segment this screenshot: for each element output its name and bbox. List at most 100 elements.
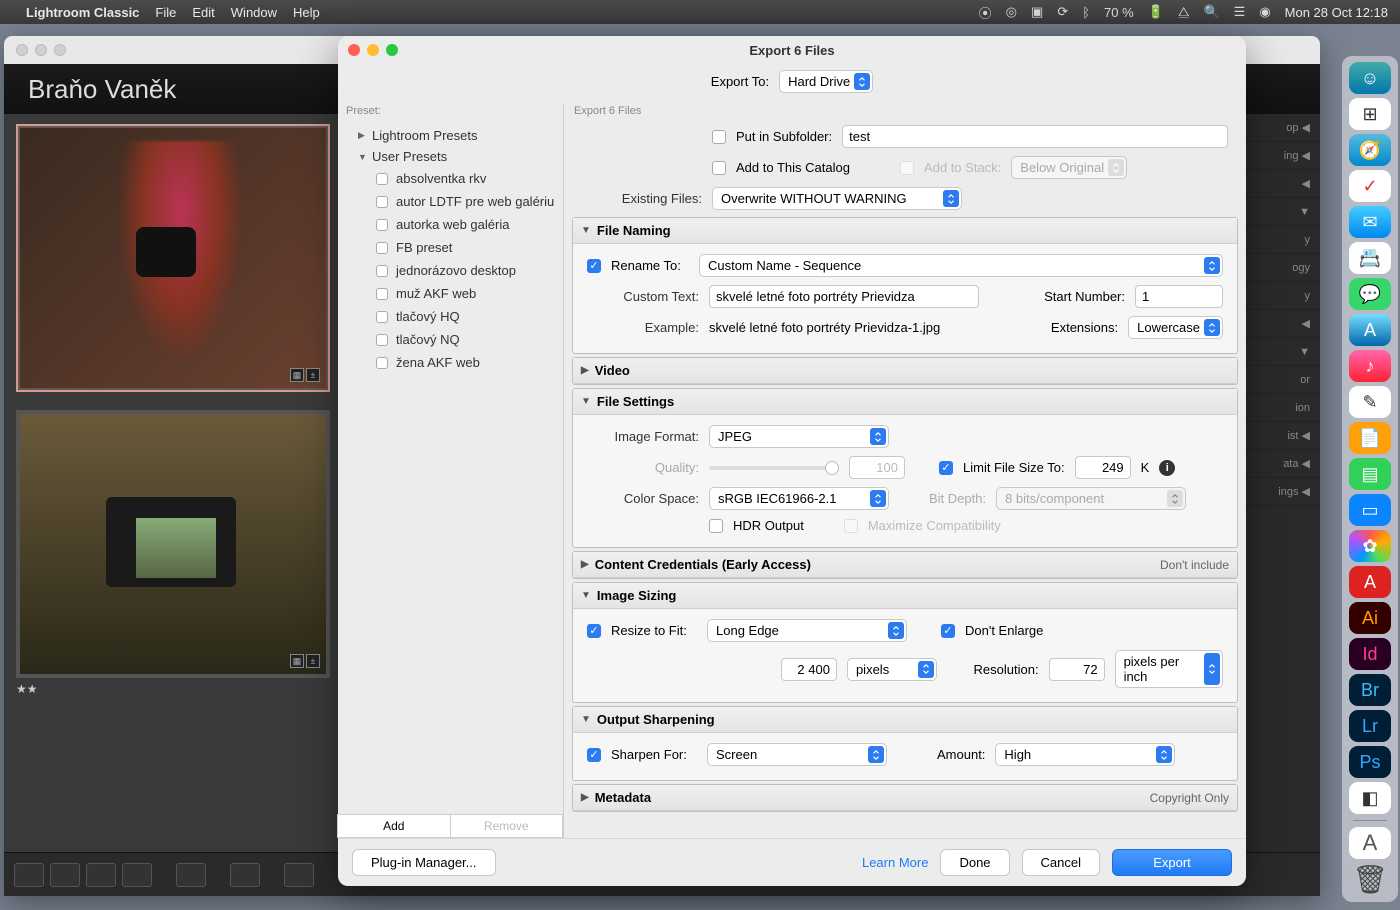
rename-checkbox[interactable]: ✓ — [587, 259, 601, 273]
menu-edit[interactable]: Edit — [192, 5, 214, 20]
lr-traffic-min[interactable] — [35, 44, 47, 56]
dock-trash-icon[interactable]: 🗑 — [1349, 863, 1391, 896]
info-icon[interactable]: i — [1159, 460, 1175, 476]
dock-indesign-icon[interactable]: Id — [1349, 638, 1391, 670]
export-button[interactable]: Export — [1112, 849, 1232, 876]
panel-row[interactable]: or — [1242, 366, 1320, 394]
dock-contacts-icon[interactable]: 📇 — [1349, 242, 1391, 274]
section-header[interactable]: ▼Output Sharpening — [573, 707, 1237, 733]
dimension-input[interactable] — [781, 658, 837, 681]
add-catalog-checkbox[interactable] — [712, 161, 726, 175]
cancel-button[interactable]: Cancel — [1022, 849, 1100, 876]
panel-row[interactable]: ◀ — [1242, 170, 1320, 198]
panel-row[interactable]: ▼ — [1242, 198, 1320, 226]
panel-row[interactable]: ogy — [1242, 254, 1320, 282]
panel-row[interactable]: ▼ — [1242, 338, 1320, 366]
panel-row[interactable]: ist ◀ — [1242, 422, 1320, 450]
dock-mail-icon[interactable]: ✉ — [1349, 206, 1391, 238]
toolbar-loupe-icon[interactable] — [50, 863, 80, 887]
badge-icon[interactable]: ± — [306, 368, 320, 382]
dock-finder-icon[interactable]: ☺ — [1349, 62, 1391, 94]
dock-messages-icon[interactable]: 💬 — [1349, 278, 1391, 310]
checkbox[interactable] — [376, 242, 388, 254]
dimension-unit-select[interactable]: pixels — [847, 658, 937, 681]
battery-label[interactable]: 70 % — [1104, 5, 1134, 20]
checkbox[interactable] — [376, 357, 388, 369]
grid-view[interactable]: ▦± ▦± ★★ — [4, 114, 342, 852]
add-preset-button[interactable]: Add — [337, 814, 451, 838]
app-name[interactable]: Lightroom Classic — [26, 5, 139, 20]
dock-lrc-icon[interactable]: Lr — [1349, 710, 1391, 742]
extensions-select[interactable]: Lowercase — [1128, 316, 1223, 339]
preset-item[interactable]: autorka web galéria — [338, 213, 563, 236]
plugin-manager-button[interactable]: Plug-in Manager... — [352, 849, 496, 876]
checkbox[interactable] — [376, 265, 388, 277]
dock-music-icon[interactable]: ♪ — [1349, 350, 1391, 382]
display-icon[interactable]: ▣ — [1031, 4, 1043, 20]
rating-stars[interactable]: ★★ — [16, 682, 330, 696]
start-number-input[interactable] — [1135, 285, 1223, 308]
checkbox[interactable] — [376, 196, 388, 208]
section-header[interactable]: ▶Content Credentials (Early Access)Don't… — [573, 552, 1237, 578]
dock-photoshop-icon[interactable]: Ps — [1349, 746, 1391, 778]
subfolder-checkbox[interactable] — [712, 130, 726, 144]
preset-item[interactable]: FB preset — [338, 236, 563, 259]
colorspace-select[interactable]: sRGB IEC61966-2.1 — [709, 487, 889, 510]
dock-illustrator-icon[interactable]: Ai — [1349, 602, 1391, 634]
dont-enlarge-checkbox[interactable]: ✓ — [941, 624, 955, 638]
dock-bridge-icon[interactable]: Br — [1349, 674, 1391, 706]
toolbar-people-icon[interactable] — [176, 863, 206, 887]
dock-photos-icon[interactable]: ✿ — [1349, 530, 1391, 562]
dock-font-icon[interactable]: A — [1349, 827, 1391, 859]
preset-list[interactable]: ▶Lightroom Presets ▼User Presets absolve… — [338, 121, 563, 814]
limit-filesize-input[interactable] — [1075, 456, 1131, 479]
export-to-select[interactable]: Hard Drive — [779, 70, 873, 93]
rename-template-select[interactable]: Custom Name - Sequence — [699, 254, 1223, 277]
sync-icon[interactable]: ◎ — [1006, 4, 1017, 20]
sharpen-for-select[interactable]: Screen — [707, 743, 887, 766]
dock-keynote-icon[interactable]: ▭ — [1349, 494, 1391, 526]
menu-help[interactable]: Help — [293, 5, 320, 20]
learn-more-link[interactable]: Learn More — [862, 855, 928, 870]
bluetooth-icon[interactable]: ᛒ — [1082, 5, 1090, 20]
menubar-clock[interactable]: Mon 28 Oct 12:18 — [1285, 5, 1388, 20]
checkbox[interactable] — [376, 219, 388, 231]
preset-item[interactable]: tlačový HQ — [338, 305, 563, 328]
dock-appstore-icon[interactable]: A — [1349, 314, 1391, 346]
spotlight-icon[interactable]: 🔍 — [1203, 4, 1219, 20]
checkbox[interactable] — [376, 311, 388, 323]
preset-item[interactable]: žena AKF web — [338, 351, 563, 374]
panel-row[interactable]: ion — [1242, 394, 1320, 422]
sharpen-amount-select[interactable]: High — [995, 743, 1175, 766]
timemachine-icon[interactable]: ⟳ — [1057, 4, 1068, 20]
badge-icon[interactable]: ▦ — [290, 654, 304, 668]
limit-filesize-checkbox[interactable]: ✓ — [939, 461, 953, 475]
section-header[interactable]: ▼File Naming — [573, 218, 1237, 244]
panel-row[interactable]: y — [1242, 282, 1320, 310]
panel-row[interactable]: ings ◀ — [1242, 478, 1320, 506]
dock-todo-icon[interactable]: ✓ — [1349, 170, 1391, 202]
dock-notes-icon[interactable]: ✎ — [1349, 386, 1391, 418]
section-header[interactable]: ▶MetadataCopyright Only — [573, 785, 1237, 811]
menu-window[interactable]: Window — [231, 5, 277, 20]
grid-cell[interactable]: ▦± ★★ — [16, 410, 330, 696]
panel-row[interactable]: op ◀ — [1242, 114, 1320, 142]
format-select[interactable]: JPEG — [709, 425, 889, 448]
toolbar-survey-icon[interactable] — [122, 863, 152, 887]
battery-icon[interactable]: 🔋 — [1148, 4, 1164, 20]
dock-pages-icon[interactable]: 📄 — [1349, 422, 1391, 454]
badge-icon[interactable]: ± — [306, 654, 320, 668]
subfolder-input[interactable] — [842, 125, 1228, 148]
lr-traffic-close[interactable] — [16, 44, 28, 56]
resolution-input[interactable] — [1049, 658, 1105, 681]
preset-item[interactable]: jednorázovo desktop — [338, 259, 563, 282]
grid-cell-selected[interactable]: ▦± — [16, 124, 330, 392]
preset-item[interactable]: tlačový NQ — [338, 328, 563, 351]
preset-item[interactable]: muž AKF web — [338, 282, 563, 305]
dock-numbers-icon[interactable]: ▤ — [1349, 458, 1391, 490]
checkbox[interactable] — [376, 288, 388, 300]
panel-row[interactable]: ata ◀ — [1242, 450, 1320, 478]
checkbox[interactable] — [376, 173, 388, 185]
preset-group-user[interactable]: ▼User Presets — [338, 146, 563, 167]
toolbar-compare-icon[interactable] — [86, 863, 116, 887]
